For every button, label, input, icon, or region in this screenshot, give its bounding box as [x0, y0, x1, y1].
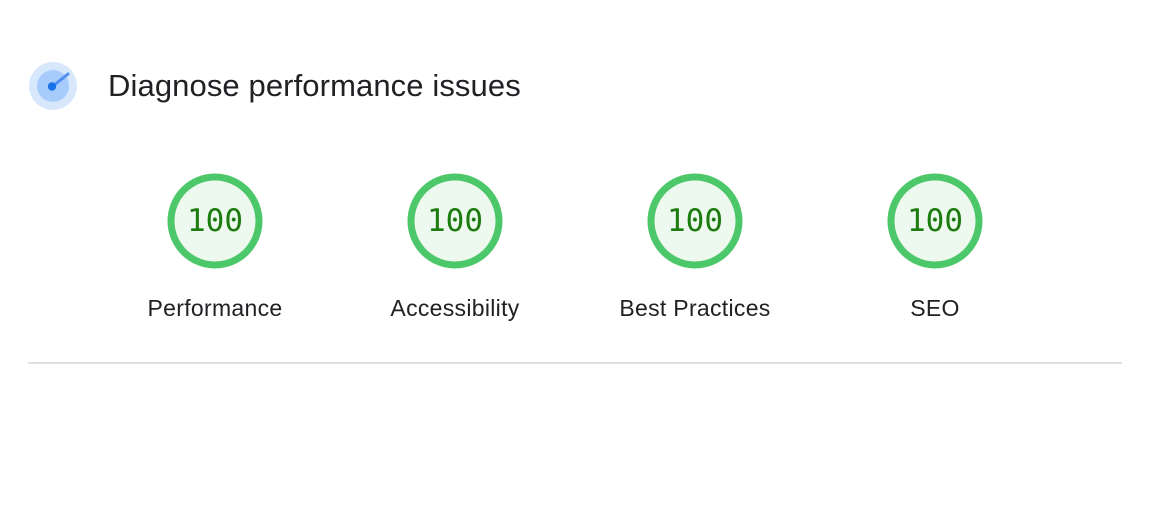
score-value: 100: [427, 203, 483, 239]
gauge-label: Accessibility: [390, 295, 520, 321]
score-ring: 100: [407, 173, 503, 269]
gauge-seo[interactable]: 100 SEO: [815, 173, 1055, 322]
score-value: 100: [187, 203, 243, 239]
gauge-best-practices[interactable]: 100 Best Practices: [575, 173, 815, 322]
score-ring: 100: [887, 173, 983, 269]
gauge-performance[interactable]: 100 Performance: [95, 173, 335, 322]
score-value: 100: [667, 203, 723, 239]
section-divider: [28, 362, 1122, 364]
gauge-label: SEO: [910, 295, 960, 321]
score-value: 100: [907, 203, 963, 239]
lighthouse-report-summary: Diagnose performance issues 100 Performa…: [0, 0, 1170, 508]
category-header: Diagnose performance issues: [28, 61, 521, 111]
gauge-label: Best Practices: [619, 295, 771, 321]
page-title: Diagnose performance issues: [108, 68, 521, 103]
score-ring: 100: [167, 173, 263, 269]
gauge-accessibility[interactable]: 100 Accessibility: [335, 173, 575, 322]
score-ring: 100: [647, 173, 743, 269]
gauge-label: Performance: [147, 295, 283, 321]
lighthouse-gauge-icon: [29, 62, 77, 110]
